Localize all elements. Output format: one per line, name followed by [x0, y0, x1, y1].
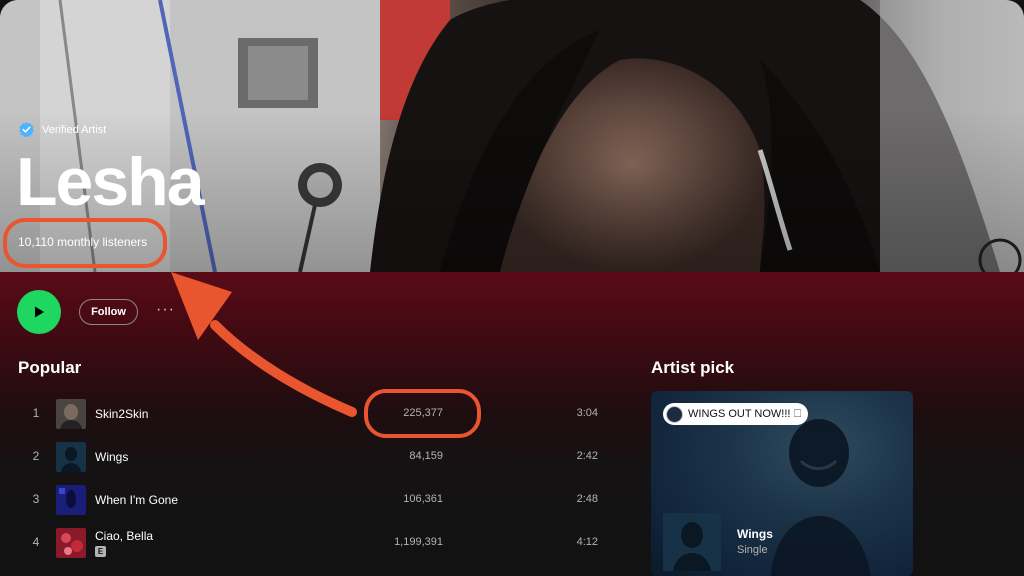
artist-avatar [666, 405, 683, 423]
track-plays: 106,361 [403, 493, 443, 505]
track-duration: 2:42 [576, 450, 598, 462]
track-plays: 225,377 [403, 407, 443, 419]
track-plays: 84,159 [409, 450, 443, 462]
track-title[interactable]: When I'm Gone [95, 493, 178, 507]
release-cover [663, 513, 721, 571]
track-duration: 2:48 [576, 493, 598, 505]
artist-pick-heading: Artist pick [651, 358, 735, 377]
artist-pick-card[interactable]: WINGS OUT NOW!!! 🗆 Wings Single [651, 391, 913, 576]
hero-shade [0, 0, 1024, 272]
artist-name: Lesha [16, 144, 205, 220]
follow-button[interactable]: Follow [79, 299, 138, 325]
track-cover [56, 442, 86, 472]
track-title[interactable]: Skin2Skin [95, 407, 148, 421]
popular-heading: Popular [18, 358, 82, 377]
track-duration: 3:04 [576, 407, 598, 419]
artist-hero-banner: Verified Artist Lesha 10,110 monthly lis… [0, 0, 1024, 272]
verified-badge: Verified Artist [18, 121, 106, 138]
release-name: Wings [737, 527, 773, 541]
track-number: 4 [32, 535, 40, 549]
verified-label: Verified Artist [42, 123, 107, 136]
track-row[interactable]: 3 When I'm Gone 106,361 2:48 [18, 480, 608, 520]
track-title[interactable]: Wings [95, 450, 128, 464]
track-row[interactable]: 2 Wings 84,159 2:42 [18, 437, 608, 477]
explicit-badge: E [95, 546, 106, 557]
track-cover [56, 399, 86, 429]
track-number: 2 [32, 449, 40, 463]
artist-page: Verified Artist Lesha 10,110 monthly lis… [0, 0, 1024, 576]
artist-pick-badge: WINGS OUT NOW!!! 🗆 [663, 403, 808, 425]
track-plays: 1,199,391 [394, 536, 443, 548]
release-type: Single [737, 544, 768, 556]
track-title[interactable]: Ciao, Bella [95, 529, 153, 543]
play-button[interactable] [17, 290, 61, 334]
track-row[interactable]: 1 Skin2Skin 225,377 3:04 [18, 394, 608, 434]
artist-pick-badge-text: WINGS OUT NOW!!! 🗆 [688, 407, 802, 420]
verified-check-icon [18, 122, 35, 138]
track-number: 3 [32, 492, 40, 506]
more-options-button[interactable]: ··· [156, 302, 180, 322]
track-duration: 4:12 [576, 536, 598, 548]
monthly-listeners: 10,110 monthly listeners [18, 235, 148, 249]
track-row[interactable]: 4 Ciao, Bella E 1,199,391 4:12 [18, 523, 608, 563]
track-number: 1 [32, 406, 40, 420]
play-icon [35, 306, 44, 318]
track-cover [56, 528, 86, 558]
track-cover [56, 485, 86, 515]
